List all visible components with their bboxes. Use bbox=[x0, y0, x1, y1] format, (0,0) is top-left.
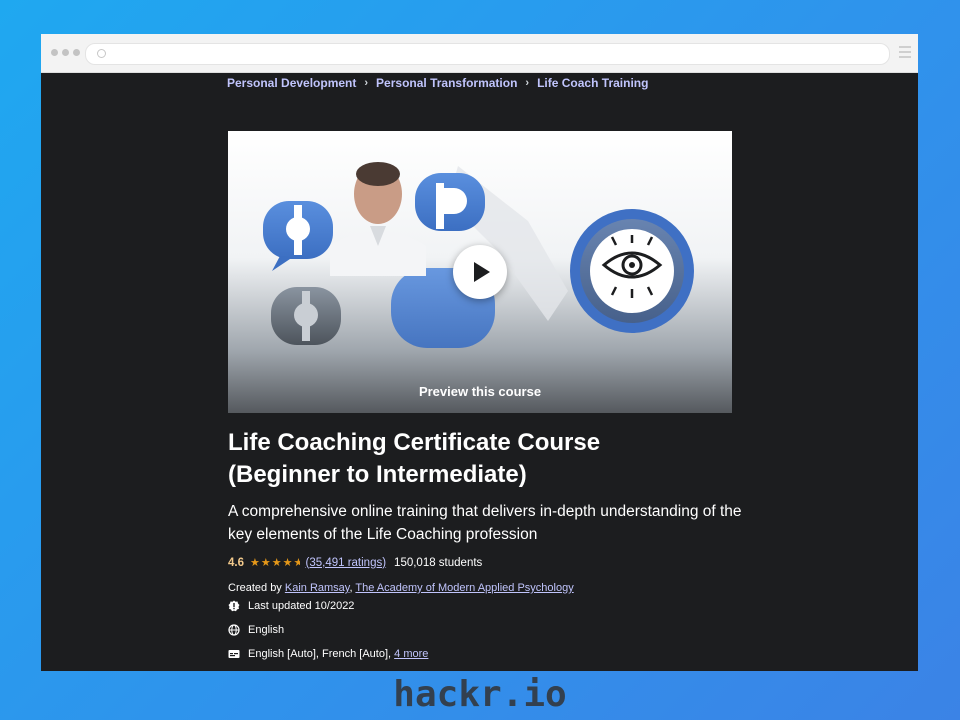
rating-value: 4.6 bbox=[228, 556, 244, 569]
breadcrumb-personal-transformation[interactable]: Personal Transformation bbox=[376, 76, 517, 90]
instructor-link[interactable]: The Academy of Modern Applied Psychology bbox=[355, 582, 573, 594]
play-button[interactable] bbox=[453, 245, 507, 299]
star-icon: ★ bbox=[271, 557, 283, 569]
language-row: English bbox=[228, 624, 284, 636]
brand-logo: hackr.io bbox=[393, 674, 567, 715]
window-dot[interactable] bbox=[73, 49, 80, 56]
globe-icon bbox=[228, 624, 240, 636]
preview-label[interactable]: Preview this course bbox=[228, 384, 732, 399]
star-rating: ★★★★★ bbox=[250, 556, 300, 569]
captions-row: English [Auto], French [Auto], 4 more bbox=[228, 648, 428, 660]
star-icon: ★ bbox=[250, 557, 261, 569]
ratings-count-link[interactable]: (35,491 ratings) bbox=[306, 557, 387, 569]
breadcrumb: Personal Development › Personal Transfor… bbox=[227, 76, 648, 90]
star-icon: ★ bbox=[282, 557, 294, 569]
course-title-line-2: (Beginner to Intermediate) bbox=[228, 461, 527, 488]
menu-icon[interactable] bbox=[899, 46, 911, 60]
student-count: 150,018 students bbox=[394, 556, 483, 569]
window-controls bbox=[51, 49, 80, 56]
chevron-right-icon: › bbox=[525, 77, 530, 89]
browser-toolbar bbox=[41, 34, 918, 73]
instructor-link[interactable]: Kain Ramsay bbox=[285, 582, 350, 594]
browser-window: Personal Development › Personal Transfor… bbox=[41, 34, 918, 671]
window-dot[interactable] bbox=[51, 49, 58, 56]
course-preview-video[interactable]: Preview this course bbox=[228, 131, 732, 413]
reload-icon[interactable] bbox=[97, 49, 106, 58]
more-captions-link[interactable]: 4 more bbox=[394, 648, 428, 660]
created-by-label: Created by bbox=[228, 582, 282, 594]
address-bar[interactable] bbox=[85, 43, 890, 65]
course-page: Personal Development › Personal Transfor… bbox=[41, 72, 918, 671]
star-icon: ★ bbox=[260, 557, 272, 569]
created-by-row: Created by Kain Ramsay, The Academy of M… bbox=[228, 582, 574, 594]
captions-icon bbox=[228, 650, 240, 658]
course-subtitle: A comprehensive online training that del… bbox=[228, 503, 742, 543]
star-half-icon: ★ bbox=[293, 557, 300, 569]
breadcrumb-personal-development[interactable]: Personal Development bbox=[227, 76, 356, 90]
breadcrumb-life-coach-training[interactable]: Life Coach Training bbox=[537, 76, 648, 90]
last-updated: Last updated 10/2022 bbox=[248, 600, 355, 612]
window-dot[interactable] bbox=[62, 49, 69, 56]
chevron-right-icon: › bbox=[364, 77, 369, 89]
course-language: English bbox=[248, 624, 285, 636]
caption-languages: English [Auto], French [Auto], bbox=[248, 648, 392, 660]
last-updated-row: Last updated 10/2022 bbox=[228, 600, 354, 612]
alert-icon bbox=[228, 600, 240, 612]
rating-row: 4.6 ★★★★★ (35,491 ratings) 150,018 stude… bbox=[228, 556, 483, 570]
course-title-line-1: Life Coaching Certificate Course bbox=[228, 429, 601, 456]
play-icon bbox=[474, 262, 490, 282]
course-title: Life Coaching Certificate Course (Beginn… bbox=[228, 427, 748, 491]
